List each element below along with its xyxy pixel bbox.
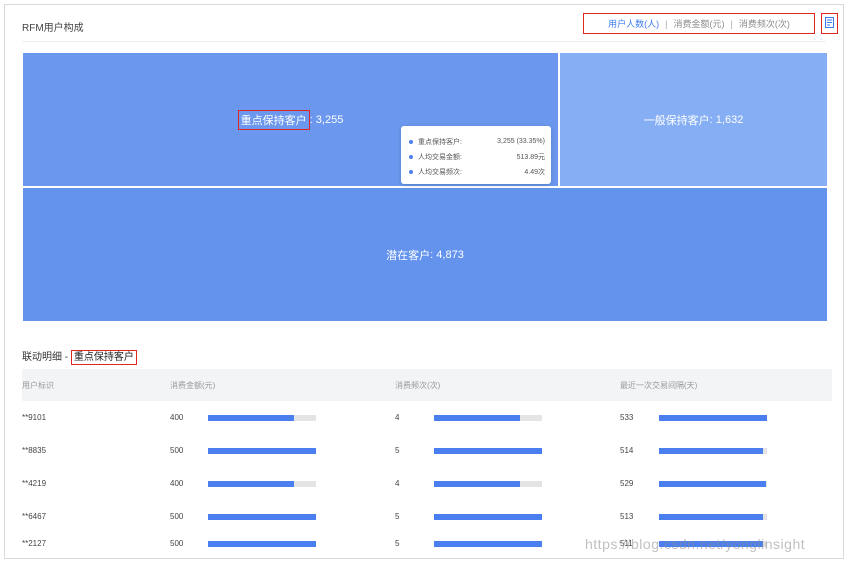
user-id: **8835: [22, 446, 47, 455]
column-header-recency: 最近一次交易间隔(天): [620, 381, 698, 390]
amount-value: 500: [170, 539, 184, 548]
user-id: **2127: [22, 539, 47, 548]
segment-value: : 1,632: [709, 113, 744, 126]
metric-separator: |: [665, 18, 668, 29]
tooltip-key: 重点保持客户:: [418, 138, 462, 146]
table-row[interactable]: **8835 500 5 514: [22, 434, 832, 467]
amount-bar: [208, 448, 316, 454]
metric-user-count-tab[interactable]: 用户人数(人): [608, 17, 659, 30]
frequency-bar-fill: [434, 448, 542, 454]
recency-value: 529: [620, 479, 634, 488]
tooltip-value: 3,255 (33.35%): [497, 138, 545, 145]
amount-bar: [208, 415, 316, 421]
table-row[interactable]: **4219 400 4 529: [22, 467, 832, 500]
watermark: https://blog.csdn.net/yonglinsight: [585, 536, 806, 552]
recency-bar-fill: [659, 448, 763, 454]
column-header-amount: 消费金额(元): [170, 381, 216, 390]
segment-value: : 3,255: [309, 113, 344, 126]
table-header: 用户标识 消费金额(元) 消费频次(次) 最近一次交易间隔(天): [22, 369, 832, 401]
user-id: **6467: [22, 512, 47, 521]
detail-title: 联动明细 - 重点保持客户: [22, 348, 137, 365]
amount-bar-fill: [208, 415, 295, 421]
segment-value: : 4,873: [430, 248, 464, 261]
metric-frequency-tab[interactable]: 消费频次(次): [739, 17, 790, 30]
export-button[interactable]: [821, 13, 838, 34]
amount-bar-fill: [208, 448, 316, 454]
tooltip-key: 人均交易金额:: [418, 153, 462, 161]
column-header-user-id: 用户标识: [22, 381, 54, 390]
amount-bar: [208, 541, 316, 547]
frequency-bar-fill: [434, 541, 542, 547]
frequency-value: 5: [395, 539, 400, 548]
detail-prefix: 联动明细 -: [22, 352, 71, 363]
user-id: **4219: [22, 479, 47, 488]
frequency-bar: [434, 541, 542, 547]
amount-bar: [208, 481, 316, 487]
amount-bar-fill: [208, 514, 316, 520]
amount-bar-fill: [208, 541, 316, 547]
segment-name: 一般保持客户: [643, 114, 710, 127]
tooltip-key: 人均交易频次:: [418, 168, 462, 176]
recency-bar: [659, 448, 767, 454]
amount-value: 500: [170, 446, 184, 455]
frequency-bar-fill: [434, 514, 542, 520]
frequency-bar: [434, 514, 542, 520]
frequency-value: 5: [395, 512, 400, 521]
recency-value: 513: [620, 512, 634, 521]
metric-separator: |: [730, 18, 733, 29]
recency-bar-fill: [659, 481, 766, 487]
frequency-bar: [434, 448, 542, 454]
frequency-bar: [434, 481, 542, 487]
amount-value: 400: [170, 413, 184, 422]
tooltip-row: 重点保持客户: 3,255 (33.35%): [409, 134, 545, 149]
segment-name: 潜在客户: [386, 249, 431, 262]
panel-title: RFM用户构成: [22, 23, 84, 34]
frequency-value: 5: [395, 446, 400, 455]
treemap-cell-potential[interactable]: 潜在客户 : 4,873: [22, 187, 828, 322]
recency-bar-fill: [659, 415, 767, 421]
tooltip-row: 人均交易金额: 513.89元: [409, 149, 545, 164]
tooltip-row: 人均交易频次: 4.49次: [409, 164, 545, 179]
detail-segment-name: 重点保持客户: [70, 350, 137, 365]
treemap-cell-general-retain[interactable]: 一般保持客户 : 1,632: [559, 52, 828, 187]
tooltip-value: 4.49次: [524, 168, 545, 176]
metric-switch: 用户人数(人) | 消费金额(元) | 消费频次(次): [583, 13, 815, 34]
export-icon: [825, 15, 834, 33]
recency-bar: [659, 514, 767, 520]
frequency-bar-fill: [434, 481, 521, 487]
recency-bar-fill: [659, 514, 763, 520]
recency-value: 514: [620, 446, 634, 455]
frequency-bar: [434, 415, 542, 421]
metric-amount-tab[interactable]: 消费金额(元): [674, 17, 725, 30]
recency-value: 533: [620, 413, 634, 422]
bullet-icon: [409, 154, 413, 159]
amount-value: 500: [170, 512, 184, 521]
bullet-icon: [409, 169, 413, 174]
table-row[interactable]: **9101 400 4 533: [22, 401, 832, 434]
rfm-treemap: 重点保持客户 : 3,255 一般保持客户 : 1,632 潜在客户 : 4,8…: [22, 52, 828, 322]
header-divider: [22, 41, 826, 42]
recency-bar: [659, 415, 767, 421]
treemap-tooltip: 重点保持客户: 3,255 (33.35%) 人均交易金额: 513.89元 人…: [401, 126, 551, 184]
tooltip-value: 513.89元: [516, 153, 545, 161]
frequency-value: 4: [395, 413, 400, 422]
segment-name-highlight: 重点保持客户: [237, 109, 310, 130]
user-id: **9101: [22, 413, 47, 422]
column-header-frequency: 消费频次(次): [395, 381, 441, 390]
frequency-value: 4: [395, 479, 400, 488]
bullet-icon: [409, 139, 413, 144]
amount-value: 400: [170, 479, 184, 488]
rfm-panel: RFM用户构成 用户人数(人) | 消费金额(元) | 消费频次(次) 重点保持…: [4, 4, 844, 559]
frequency-bar-fill: [434, 415, 521, 421]
recency-bar: [659, 481, 767, 487]
amount-bar-fill: [208, 481, 295, 487]
amount-bar: [208, 514, 316, 520]
